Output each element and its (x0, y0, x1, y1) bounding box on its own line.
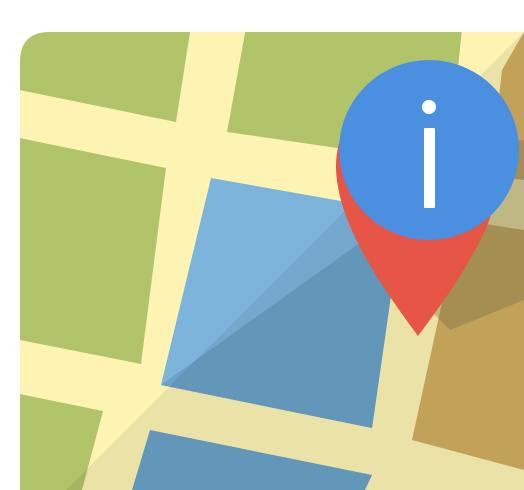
map-info-icon-canvas (0, 0, 524, 490)
map-info-pin-icon (20, 32, 524, 490)
park-block-left (20, 134, 166, 364)
info-dot (422, 100, 436, 114)
info-stem (424, 128, 435, 208)
